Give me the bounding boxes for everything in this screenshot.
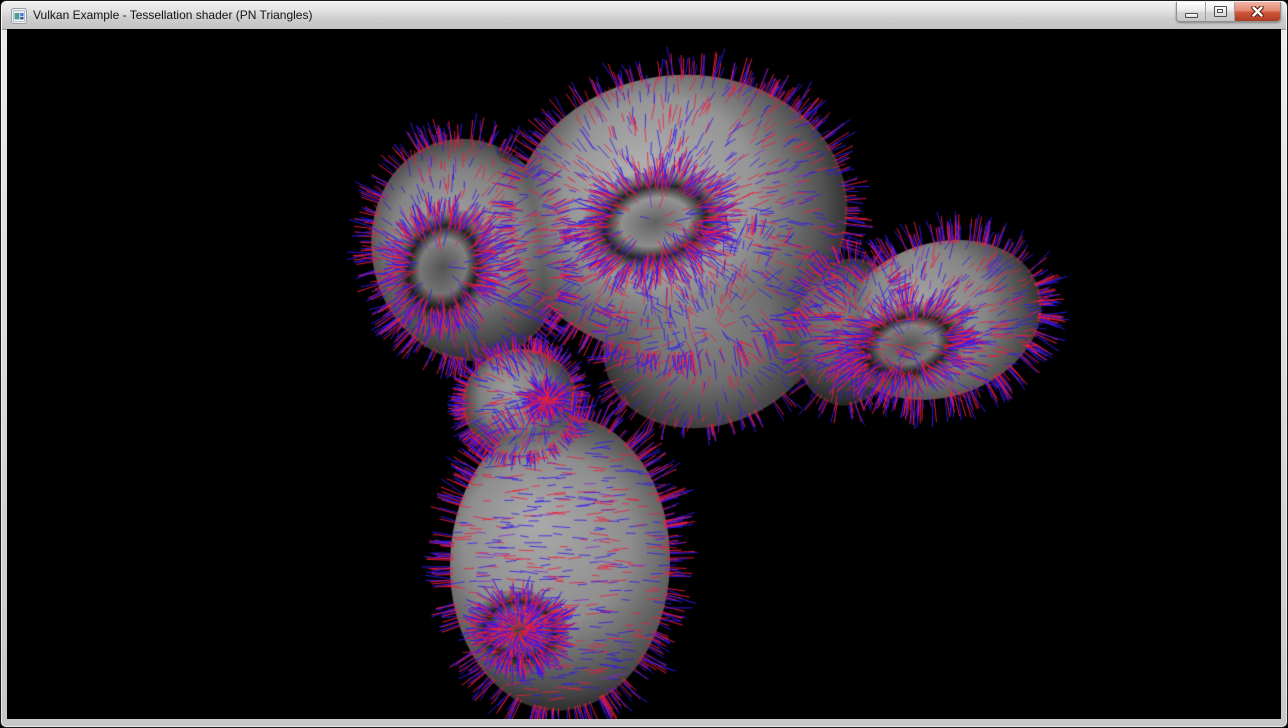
render-viewport[interactable]: [7, 29, 1281, 719]
window-title: Vulkan Example - Tessellation shader (PN…: [33, 2, 312, 29]
maximize-button[interactable]: [1205, 2, 1234, 21]
titlebar[interactable]: Vulkan Example - Tessellation shader (PN…: [2, 2, 1286, 30]
close-icon: [1251, 6, 1264, 17]
app-icon: [11, 8, 27, 24]
close-button[interactable]: [1234, 2, 1280, 21]
scene-canvas: [7, 29, 1281, 719]
maximize-icon: [1214, 6, 1227, 17]
window-controls: [1176, 2, 1281, 22]
minimize-icon: [1185, 13, 1198, 18]
app-window: Vulkan Example - Tessellation shader (PN…: [0, 0, 1288, 728]
minimize-button[interactable]: [1177, 2, 1205, 21]
